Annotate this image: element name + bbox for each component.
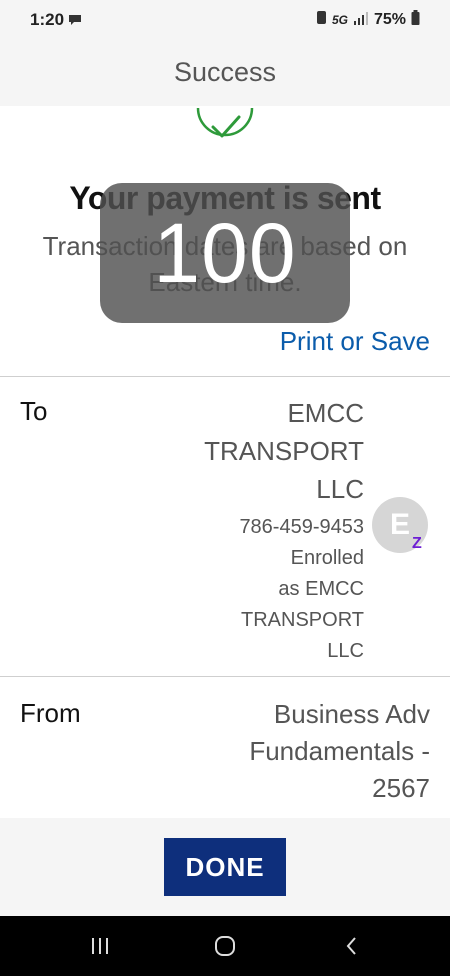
recipient-name-line: EMCC: [287, 398, 364, 428]
zelle-badge-icon: Z: [412, 535, 422, 552]
to-label: To: [20, 396, 48, 426]
divider: [0, 376, 450, 377]
navigation-bar: [0, 916, 450, 976]
status-indicators: 5G 75%: [316, 10, 420, 30]
recipient-name-line: TRANSPORT: [204, 436, 364, 466]
enrolled-line: TRANSPORT: [241, 609, 364, 631]
app-header: Success: [0, 42, 450, 106]
recipient-name-line: LLC: [316, 474, 364, 504]
enrolled-line: LLC: [327, 640, 364, 662]
chat-icon: [68, 13, 82, 32]
check-circle-icon: [196, 100, 254, 159]
from-account-line: 2567: [372, 773, 430, 803]
from-account-details: Business Adv Fundamentals - 2567: [170, 696, 430, 807]
status-time: 1:20: [30, 10, 65, 29]
network-type: 5G: [331, 13, 348, 27]
recipient-details: EMCC TRANSPORT LLC 786-459-9453 Enrolled…: [124, 394, 364, 666]
enrolled-line: as EMCC: [278, 578, 364, 600]
print-or-save-link[interactable]: Print or Save: [280, 326, 430, 357]
page-title: Success: [173, 57, 277, 87]
from-label: From: [20, 698, 81, 728]
battery-percent: 75%: [373, 11, 406, 28]
payment-amount: 100: [153, 206, 297, 300]
back-icon[interactable]: [340, 934, 364, 958]
signal-icon: [353, 11, 369, 30]
enrolled-line: Enrolled: [290, 547, 364, 569]
battery-icon: [411, 10, 420, 30]
avatar: E Z: [372, 497, 428, 553]
sim-icon: [316, 10, 327, 30]
home-icon[interactable]: [213, 934, 237, 958]
recipient-phone: 786-459-9453: [239, 516, 364, 538]
from-account-line: Business Adv: [273, 699, 430, 729]
recent-apps-icon[interactable]: [88, 934, 112, 958]
amount-overlay: 100: [100, 183, 350, 323]
status-bar: 1:20 5G 75%: [0, 0, 450, 42]
divider: [0, 676, 450, 677]
done-button[interactable]: DONE: [164, 838, 286, 896]
from-account-line: Fundamentals -: [249, 736, 430, 766]
